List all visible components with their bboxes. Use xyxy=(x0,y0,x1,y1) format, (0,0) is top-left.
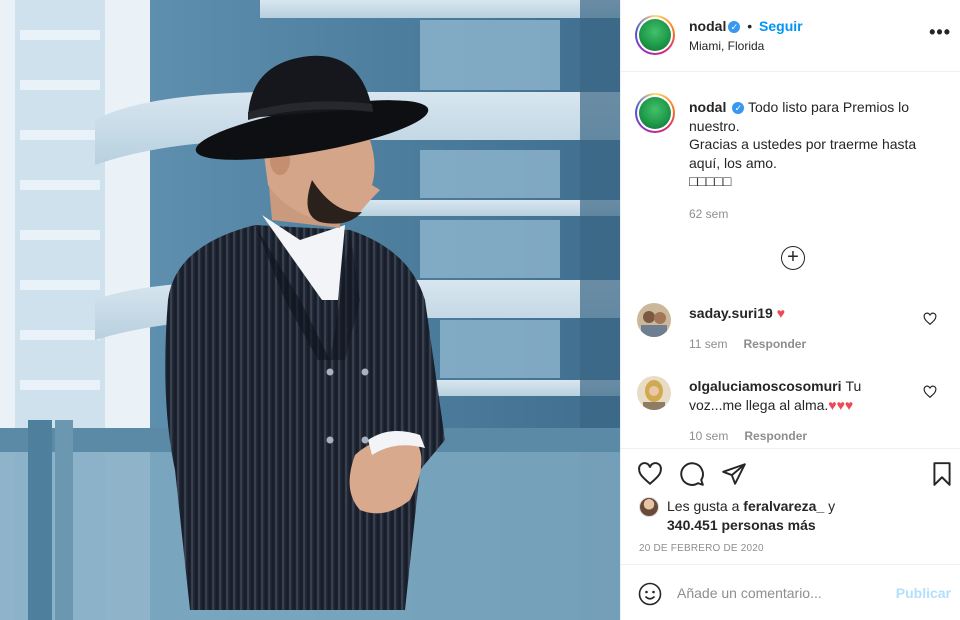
likes-prefix: Les gusta a xyxy=(667,498,740,514)
comment-text: saday.suri19 ♥ xyxy=(689,304,901,323)
publish-button[interactable]: Publicar xyxy=(896,585,951,601)
verified-badge-icon: ✓ xyxy=(728,21,741,33)
comment-meta: 11 sem Responder xyxy=(689,337,806,351)
likes-count[interactable]: 340.451 personas más xyxy=(667,516,816,534)
paper-plane-icon[interactable] xyxy=(721,461,747,487)
author-avatar[interactable] xyxy=(635,15,675,55)
comment-input[interactable] xyxy=(677,581,887,605)
comment-timestamp[interactable]: 11 sem xyxy=(689,337,727,351)
caption-timestamp[interactable]: 62 sem xyxy=(689,207,728,221)
post-photo-illustration xyxy=(0,0,620,620)
heart-icon[interactable] xyxy=(637,461,663,487)
liker-username[interactable]: feralvareza_ xyxy=(743,498,824,514)
post-date[interactable]: 20 DE FEBRERO DE 2020 xyxy=(639,543,764,554)
caption-line-2: Gracias a ustedes por traerme hasta aquí… xyxy=(689,136,917,171)
likes-line-1: Les gusta a feralvareza_ y xyxy=(667,497,835,515)
more-options-icon[interactable]: ••• xyxy=(929,22,951,43)
comment-emoji: ♥♥♥ xyxy=(828,397,854,413)
caption-author-username[interactable]: nodal xyxy=(689,99,726,115)
comment-emoji: ♥ xyxy=(776,305,786,321)
plus-circle-icon[interactable]: + xyxy=(781,246,805,270)
comment-timestamp[interactable]: 10 sem xyxy=(689,429,728,443)
smiley-icon[interactable] xyxy=(638,582,662,606)
author-username[interactable]: nodal xyxy=(689,18,726,34)
reply-button[interactable]: Responder xyxy=(743,337,806,351)
commenter-avatar[interactable] xyxy=(637,303,671,337)
verified-badge-icon: ✓ xyxy=(732,102,745,114)
bookmark-icon[interactable] xyxy=(929,461,955,487)
post-photo[interactable] xyxy=(0,0,620,620)
follow-button[interactable]: Seguir xyxy=(759,18,803,34)
author-line: nodal ✓ • Seguir xyxy=(689,18,803,34)
reply-button[interactable]: Responder xyxy=(744,429,807,443)
caption-text: nodal ✓ Todo listo para Premios lo nuestr… xyxy=(689,98,939,191)
post-header: nodal ✓ • Seguir Miami, Florida ••• xyxy=(621,0,960,72)
add-comment-bar: Publicar xyxy=(621,564,960,620)
caption-author-avatar[interactable] xyxy=(635,93,675,133)
comment-username[interactable]: saday.suri19 xyxy=(689,305,773,321)
likes-joiner: y xyxy=(828,498,836,514)
comment-meta: 10 sem Responder xyxy=(689,429,807,443)
comment-text: olgaluciamoscosomuri Tu voz...me llega al… xyxy=(689,377,901,415)
separator-dot: • xyxy=(747,18,753,34)
post-location[interactable]: Miami, Florida xyxy=(689,39,764,53)
post-details-panel: nodal ✓ • Seguir Miami, Florida ••• nodal… xyxy=(620,0,960,620)
commenter-avatar[interactable] xyxy=(637,376,671,410)
comment-username[interactable]: olgaluciamoscosomuri xyxy=(689,378,841,394)
liker-avatar[interactable] xyxy=(639,497,659,517)
comment-like-heart-icon[interactable] xyxy=(923,385,937,399)
caption-emojis: □□□□□ xyxy=(689,173,732,189)
comment-like-heart-icon[interactable] xyxy=(923,312,937,326)
comment-bubble-icon[interactable] xyxy=(679,461,705,487)
